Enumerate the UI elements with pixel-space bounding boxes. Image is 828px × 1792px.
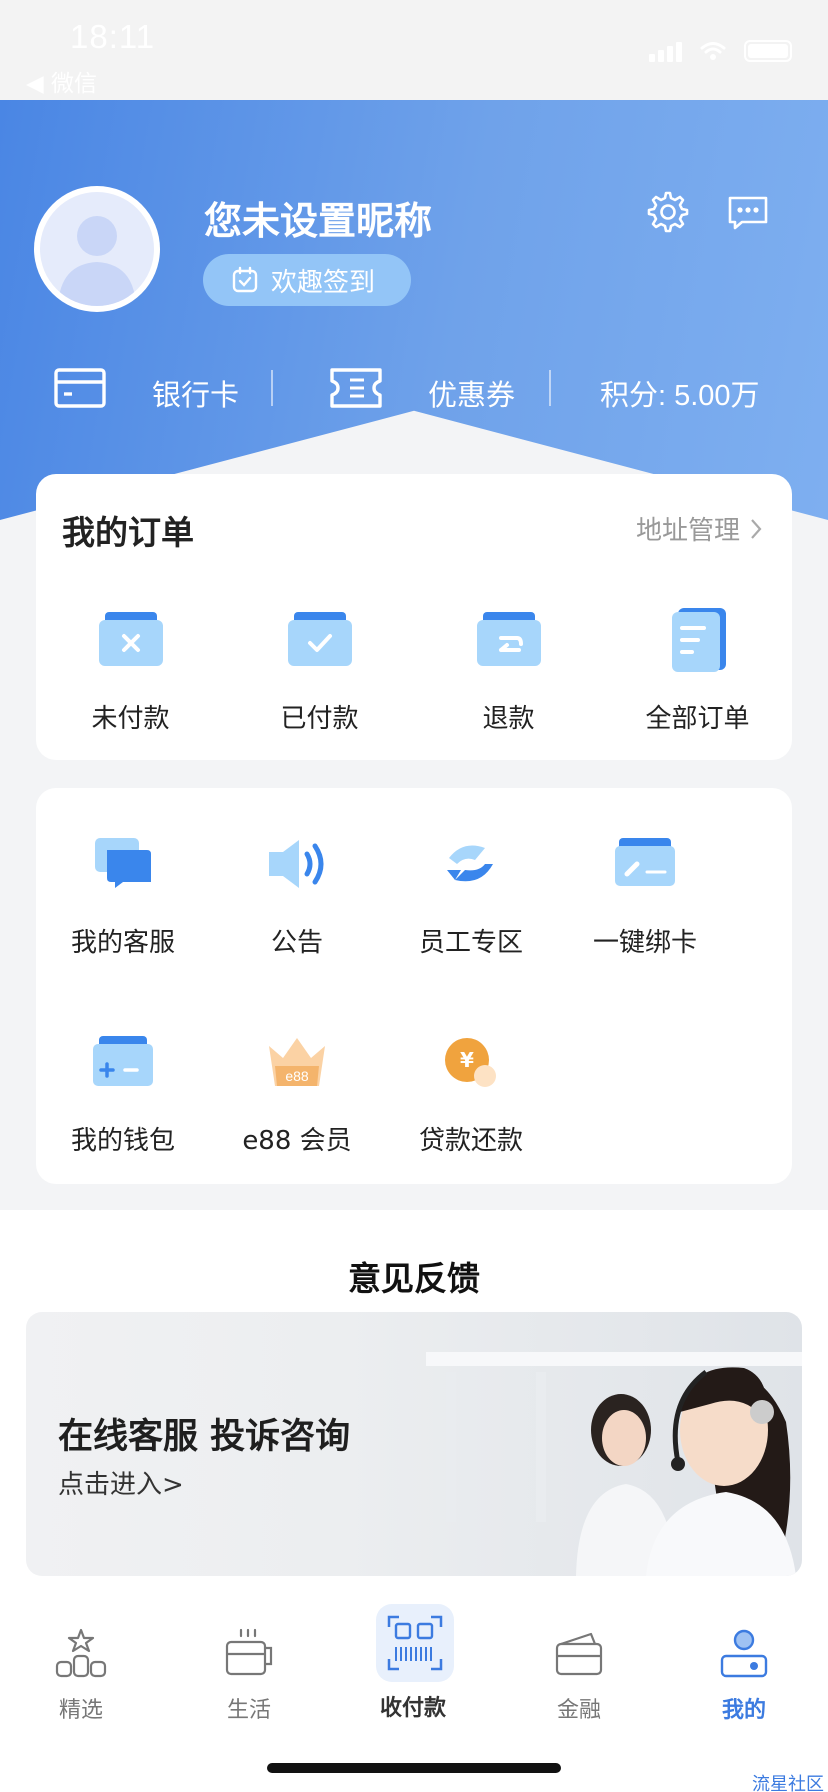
service-customer-label: 我的客服: [70, 928, 175, 958]
status-time: 18:11: [70, 18, 156, 55]
loan-repay-icon: ¥: [445, 1038, 496, 1087]
coffee-cup-icon: [225, 1628, 273, 1676]
service-customer[interactable]: 我的客服: [36, 828, 210, 959]
order-refund[interactable]: 退款: [414, 604, 603, 735]
customer-service-icon: [95, 838, 151, 888]
service-bindcard-label: 一键绑卡: [592, 928, 697, 958]
order-unpaid[interactable]: 未付款: [36, 604, 225, 735]
wallet-icon: [93, 1036, 153, 1086]
tab-life-label: 生活: [226, 1698, 271, 1723]
coupon-link[interactable]: 优惠券: [428, 372, 515, 414]
service-vip-label: e88 会员: [242, 1126, 352, 1156]
service-staff[interactable]: 员工专区: [384, 828, 558, 959]
tab-finance-label: 金融: [556, 1698, 601, 1723]
message-icon[interactable]: [726, 190, 770, 234]
order-refund-label: 退款: [482, 704, 535, 734]
feedback-title: 意见反馈: [348, 1259, 480, 1298]
tab-finance[interactable]: 金融: [524, 1626, 634, 1724]
bank-card-link[interactable]: 银行卡: [152, 372, 239, 414]
points-link[interactable]: 积分: 5.00万: [600, 372, 760, 414]
divider: [549, 370, 551, 406]
services-card: 我的客服 公告 员工专区 一键绑卡 我的钱包 e88 e88 会员 ¥ 贷款还款: [36, 788, 792, 1184]
all-orders-icon: [671, 608, 726, 672]
staff-zone-icon: [447, 845, 493, 882]
tab-mine-label: 我的: [721, 1698, 766, 1723]
scan-pay-icon: [387, 1615, 443, 1671]
service-loan[interactable]: ¥ 贷款还款: [384, 1026, 558, 1157]
service-loan-label: 贷款还款: [418, 1126, 523, 1156]
avatar-placeholder: [58, 216, 136, 306]
chevron-right-icon: [751, 518, 762, 539]
address-management-label: 地址管理: [635, 516, 740, 546]
crown-icon: e88: [269, 1038, 325, 1086]
signal-icon: [649, 40, 682, 62]
status-bar: 18:11 ◀ 微信: [0, 0, 828, 100]
calendar-icon: [232, 266, 258, 293]
scan-pay-button[interactable]: [376, 1604, 454, 1682]
agent-illustration: [426, 1352, 802, 1576]
wifi-icon: [700, 42, 726, 60]
order-paid-label: 已付款: [280, 704, 359, 734]
checkin-label: 欢趣签到: [271, 267, 376, 298]
coupon-icon[interactable]: [330, 368, 382, 408]
finance-card-icon: [555, 1632, 603, 1676]
order-all[interactable]: 全部订单: [603, 604, 792, 735]
tab-featured[interactable]: 精选: [26, 1626, 136, 1724]
service-bindcard[interactable]: 一键绑卡: [558, 828, 732, 959]
refund-icon: [476, 612, 541, 666]
order-unpaid-label: 未付款: [91, 704, 170, 734]
gear-icon[interactable]: [646, 190, 690, 234]
service-vip[interactable]: e88 e88 会员: [210, 1026, 384, 1157]
paid-icon: [287, 612, 352, 666]
watermark: 流星社区: [752, 1774, 824, 1792]
vip-badge-text: e88: [285, 1068, 309, 1084]
service-staff-label: 员工专区: [418, 928, 523, 958]
battery-icon: [744, 40, 792, 62]
bind-card-icon: [615, 838, 675, 886]
home-indicator: [267, 1763, 561, 1773]
tab-mine[interactable]: 我的: [689, 1626, 799, 1724]
featured-icon: [55, 1628, 107, 1678]
service-wallet-label: 我的钱包: [70, 1126, 175, 1156]
status-icons: [649, 40, 792, 62]
profile-header: [0, 100, 828, 520]
account-row: 银行卡 优惠券 积分: 5.00万: [0, 362, 828, 418]
tab-pay-label: 收付款: [379, 1696, 446, 1721]
tab-life[interactable]: 生活: [194, 1626, 304, 1724]
orders-card: 我的订单 地址管理 未付款 已付款 退款 全部订单: [36, 474, 792, 760]
tab-pay[interactable]: 收付款: [358, 1684, 468, 1722]
banner-title: 在线客服 投诉咨询: [58, 1417, 351, 1457]
tab-featured-label: 精选: [58, 1698, 103, 1723]
back-to-wechat-link[interactable]: ◀ 微信: [26, 64, 97, 98]
announcement-icon: [269, 840, 324, 888]
service-wallet[interactable]: 我的钱包: [36, 1026, 210, 1157]
unpaid-icon: [98, 612, 163, 666]
order-paid[interactable]: 已付款: [225, 604, 414, 735]
orders-title: 我的订单: [62, 513, 194, 552]
service-announcement-label: 公告: [270, 928, 323, 958]
customer-service-banner[interactable]: 在线客服 投诉咨询 点击进入>: [26, 1312, 802, 1576]
loan-badge-text: ¥: [460, 1048, 474, 1072]
checkin-button[interactable]: 欢趣签到: [203, 254, 411, 306]
nickname[interactable]: 您未设置昵称: [204, 190, 432, 245]
service-announcement[interactable]: 公告: [210, 828, 384, 959]
address-management-link[interactable]: 地址管理: [636, 510, 762, 547]
banner-enter-link[interactable]: 点击进入>: [58, 1464, 184, 1501]
avatar[interactable]: [34, 186, 160, 312]
order-all-label: 全部订单: [645, 704, 750, 734]
profile-icon: [720, 1629, 768, 1678]
divider: [271, 370, 273, 406]
